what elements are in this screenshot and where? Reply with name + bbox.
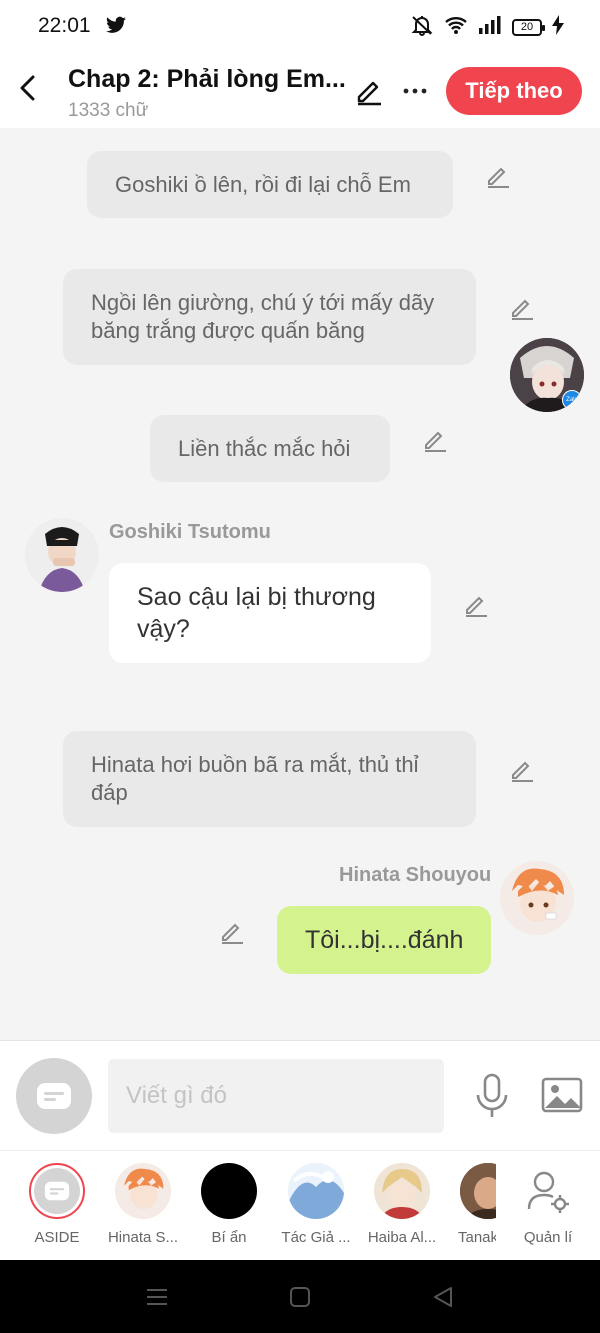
menu-nav-button[interactable] [142,1282,172,1312]
character-label: Tác Giả ... [281,1229,351,1246]
edit-message-button[interactable] [421,426,449,454]
character-avatar[interactable]: Zalo [510,338,584,412]
microphone-icon [476,1073,508,1117]
sender-name: Hinata Shouyou [339,864,492,886]
back-nav-button[interactable] [428,1282,458,1312]
mystery-avatar [201,1163,257,1219]
character-hinata[interactable]: Hinata S... [103,1163,183,1246]
character-label: Hinata S... [107,1229,179,1246]
aside-toggle-button[interactable] [16,1058,92,1134]
chevron-left-icon [20,75,35,101]
edit-message-button[interactable] [218,918,246,946]
character-aside[interactable]: ASIDE [17,1163,97,1246]
edit-message-button[interactable] [484,162,512,190]
twitter-icon [106,16,126,34]
zalo-badge: Zalo [562,390,582,410]
character-label: Quản lí [523,1229,573,1246]
hinata-avatar [115,1163,171,1219]
wifi-icon [444,15,468,40]
status-bar: 22:01 20 [0,0,600,52]
author-avatar [288,1163,344,1219]
status-time: 22:01 [38,14,91,37]
chat-bubble-icon [37,1083,71,1109]
back-triangle-icon [434,1287,452,1307]
more-dots-icon [403,88,427,94]
dialogue-bubble-left[interactable]: Sao cậu lại bị thương vậy? [109,563,431,663]
input-bar [0,1040,600,1150]
hinata-avatar[interactable] [500,861,574,935]
manage-avatar [520,1163,576,1219]
narration-bubble[interactable]: Ngồi lên giường, chú ý tới mấy dãy băng … [63,269,476,365]
header: Chap 2: Phải lòng Em... 1333 chữ Tiếp th… [0,52,600,128]
home-nav-button[interactable] [285,1282,315,1312]
microphone-button[interactable] [472,1071,512,1121]
chat-bubble-icon [44,1181,70,1201]
more-options-button[interactable] [398,74,432,108]
image-icon [541,1077,583,1113]
character-label: ASIDE [34,1229,80,1246]
pencil-icon [512,299,533,320]
dialogue-bubble-right[interactable]: Tôi...bị....đánh [277,906,491,974]
character-haiba[interactable]: Haiba Al... [362,1163,442,1246]
sender-name: Goshiki Tsutomu [109,521,271,543]
user-settings-icon [527,1171,569,1213]
pencil-icon [425,431,446,452]
chapter-title: Chap 2: Phải lòng Em... [68,65,346,93]
charging-icon [552,15,564,40]
battery-icon: 20 [512,19,545,36]
narration-bubble[interactable]: Liền thắc mắc hỏi [150,415,390,482]
character-tanaka[interactable]: Tanak [440,1163,496,1246]
edit-message-button[interactable] [508,294,536,322]
word-count: 1333 chữ [68,100,149,121]
aside-avatar [29,1163,85,1219]
character-label: Bí ẩn [211,1229,247,1246]
next-chapter-button[interactable]: Tiếp theo [446,67,582,115]
haiba-avatar [374,1163,430,1219]
character-mystery[interactable]: Bí ẩn [189,1163,269,1246]
character-label: Haiba Al... [367,1229,437,1246]
mute-icon [410,14,434,41]
tanaka-avatar [460,1163,496,1219]
pencil-icon [488,167,509,188]
back-button[interactable] [12,72,44,104]
narration-bubble[interactable]: Hinata hơi buồn bã ra mắt, thủ thỉ đáp [63,731,476,827]
manage-characters-button[interactable]: Quản lí [508,1163,588,1246]
goshiki-avatar[interactable] [25,518,99,592]
signal-icon [478,15,502,40]
narration-bubble[interactable]: Goshiki ồ lên, rồi đi lại chỗ Em [87,151,453,218]
pencil-icon [222,923,243,944]
status-icons: 20 [410,14,564,41]
pencil-icon [357,81,381,106]
edit-message-button[interactable] [508,756,536,784]
message-input[interactable] [108,1059,444,1133]
edit-message-button[interactable] [462,591,490,619]
chat-area: Goshiki ồ lên, rồi đi lại chỗ Em Ngồi lê… [0,128,600,1040]
character-label: Tanak [458,1229,496,1246]
character-author[interactable]: Tác Giả ... [276,1163,356,1246]
pencil-icon [512,761,533,782]
character-bar: ASIDE Hinata S... Bí ẩn Tác Giả ... Haib… [0,1150,600,1260]
image-upload-button[interactable] [540,1075,584,1115]
system-nav-bar [0,1260,600,1333]
edit-title-button[interactable] [352,74,386,108]
menu-icon [147,1289,167,1305]
pencil-icon [466,596,487,617]
home-square-icon [290,1287,310,1307]
